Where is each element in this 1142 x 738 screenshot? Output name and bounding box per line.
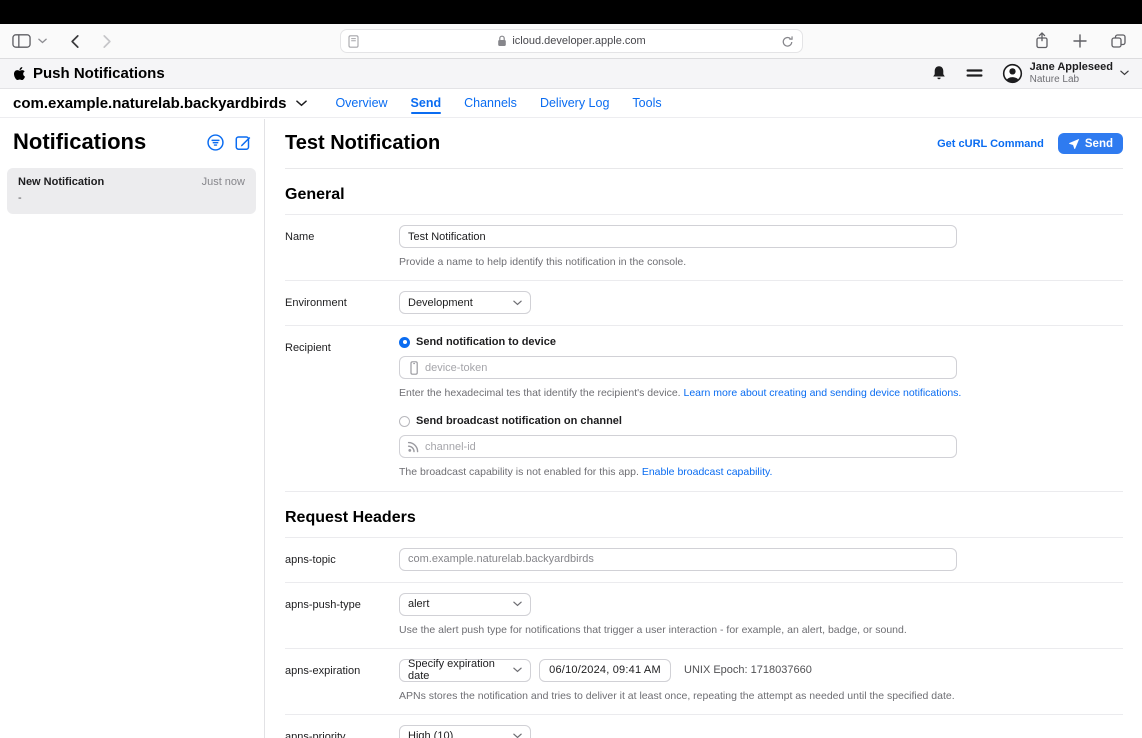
page-title: Test Notification: [285, 132, 440, 155]
environment-select[interactable]: Development: [399, 291, 531, 314]
apns-expiration-row: apns-expiration Specify expiration date …: [285, 649, 1123, 715]
tab-channels[interactable]: Channels: [464, 89, 517, 117]
send-button[interactable]: Send: [1058, 133, 1123, 154]
device-helper-text: Enter the hexadecimal tes that identify …: [399, 387, 681, 399]
menu-icon[interactable]: [966, 67, 983, 79]
filter-icon[interactable]: [207, 134, 224, 151]
macos-menubar: [0, 0, 1142, 24]
apns-push-type-label: apns-push-type: [285, 593, 399, 637]
app-nav: com.example.naturelab.backyardbirds Over…: [0, 89, 1142, 118]
app-title: Push Notifications: [33, 65, 165, 82]
chevron-down-icon: [513, 300, 522, 306]
app-header: Push Notifications Jane Appleseed Nature…: [0, 59, 1142, 89]
broadcast-rss-icon: [407, 440, 420, 453]
user-org: Nature Lab: [1030, 74, 1113, 86]
apns-push-type-row: apns-push-type alert Use the alert push …: [285, 583, 1123, 649]
app-id-selector[interactable]: com.example.naturelab.backyardbirds: [13, 89, 307, 117]
user-name: Jane Appleseed: [1030, 61, 1113, 74]
device-radio-label: Send notification to device: [416, 336, 556, 348]
apns-priority-row: apns-priority High (10) The notification…: [285, 715, 1123, 738]
environment-value: Development: [408, 297, 473, 309]
notifications-bell-icon[interactable]: [931, 65, 947, 82]
apns-push-type-select[interactable]: alert: [399, 593, 531, 616]
general-heading: General: [285, 169, 1123, 215]
user-menu[interactable]: Jane Appleseed Nature Lab: [1002, 61, 1129, 85]
tab-bar: Overview Send Channels Delivery Log Tool…: [335, 89, 661, 117]
device-helper: Enter the hexadecimal tes that identify …: [399, 386, 1123, 400]
name-row: Name Provide a name to help identify thi…: [285, 215, 1123, 281]
forward-button-icon[interactable]: [102, 34, 113, 49]
chevron-down-icon: [513, 601, 522, 607]
app-id-label: com.example.naturelab.backyardbirds: [13, 95, 286, 112]
name-helper: Provide a name to help identify this not…: [399, 255, 1123, 269]
enable-broadcast-link[interactable]: Enable broadcast capability.: [642, 466, 773, 478]
apns-topic-row: apns-topic: [285, 538, 1123, 583]
tab-send[interactable]: Send: [411, 89, 442, 117]
reload-icon[interactable]: [781, 35, 794, 49]
tab-overview[interactable]: Overview: [335, 89, 387, 117]
apns-push-type-value: alert: [408, 598, 429, 610]
apns-priority-select[interactable]: High (10): [399, 725, 531, 738]
notification-item-subtitle: -: [18, 192, 245, 204]
compose-icon[interactable]: [235, 134, 252, 151]
environment-label: Environment: [285, 291, 399, 314]
apns-priority-value: High (10): [408, 730, 453, 738]
device-radio[interactable]: Send notification to device: [399, 336, 1123, 348]
device-phone-icon: [407, 361, 421, 375]
new-tab-icon[interactable]: [1073, 34, 1087, 48]
radio-selected-icon[interactable]: [399, 337, 410, 348]
apns-expiration-helper: APNs stores the notification and tries t…: [399, 689, 1123, 703]
device-token-input[interactable]: [399, 356, 957, 379]
apns-expiration-value: Specify expiration date: [408, 658, 513, 682]
share-icon[interactable]: [1035, 32, 1049, 49]
apns-topic-input[interactable]: [399, 548, 957, 571]
tab-delivery-log[interactable]: Delivery Log: [540, 89, 609, 117]
broadcast-helper-text: The broadcast capability is not enabled …: [399, 466, 639, 478]
browser-toolbar: icloud.developer.apple.com: [0, 24, 1142, 59]
paper-plane-icon: [1068, 138, 1080, 150]
channel-id-input[interactable]: [399, 435, 957, 458]
radio-unselected-icon[interactable]: [399, 416, 410, 427]
sidebar-title: Notifications: [13, 129, 146, 155]
notification-item-time: Just now: [202, 176, 245, 188]
chevron-down-icon: [513, 667, 522, 673]
broadcast-radio[interactable]: Send broadcast notification on channel: [399, 415, 1123, 427]
url-text: icloud.developer.apple.com: [512, 35, 645, 47]
address-bar[interactable]: icloud.developer.apple.com: [340, 29, 803, 53]
expiration-date-input[interactable]: [539, 659, 671, 682]
name-input[interactable]: [399, 225, 957, 248]
avatar: [1002, 63, 1023, 84]
tab-tools[interactable]: Tools: [632, 89, 661, 117]
tab-overview-icon[interactable]: [1111, 34, 1126, 48]
apns-push-type-helper: Use the alert push type for notification…: [399, 623, 1123, 637]
user-chevron-down-icon: [1120, 70, 1129, 76]
name-label: Name: [285, 225, 399, 269]
recipient-row: Recipient Send notification to device En…: [285, 326, 1123, 491]
request-headers-heading: Request Headers: [285, 492, 1123, 538]
apns-priority-label: apns-priority: [285, 725, 399, 738]
sidebar-toggle-icon[interactable]: [12, 33, 31, 49]
notifications-sidebar: Notifications New Notification Just now …: [0, 119, 265, 738]
apns-topic-label: apns-topic: [285, 548, 399, 571]
apns-expiration-label: apns-expiration: [285, 659, 399, 703]
broadcast-helper: The broadcast capability is not enabled …: [399, 465, 1123, 479]
sidebar-chevron-down-icon[interactable]: [38, 38, 47, 44]
back-button-icon[interactable]: [69, 34, 80, 49]
send-button-label: Send: [1085, 138, 1113, 150]
device-learn-more-link[interactable]: Learn more about creating and sending de…: [684, 387, 962, 399]
apple-logo-icon: [13, 66, 26, 81]
chevron-down-icon: [513, 733, 522, 738]
apns-expiration-select[interactable]: Specify expiration date: [399, 659, 531, 682]
unix-epoch-text: UNIX Epoch: 1718037660: [684, 664, 812, 676]
get-curl-command-link[interactable]: Get cURL Command: [937, 138, 1044, 150]
main-content: Test Notification Get cURL Command Send …: [266, 119, 1142, 738]
environment-row: Environment Development: [285, 281, 1123, 326]
broadcast-radio-label: Send broadcast notification on channel: [416, 415, 622, 427]
notification-list-item[interactable]: New Notification Just now -: [7, 168, 256, 214]
notification-item-title: New Notification: [18, 176, 104, 188]
app-id-chevron-down-icon: [296, 100, 307, 107]
lock-icon: [497, 35, 507, 47]
page-settings-icon[interactable]: [348, 35, 359, 48]
recipient-label: Recipient: [285, 336, 399, 479]
